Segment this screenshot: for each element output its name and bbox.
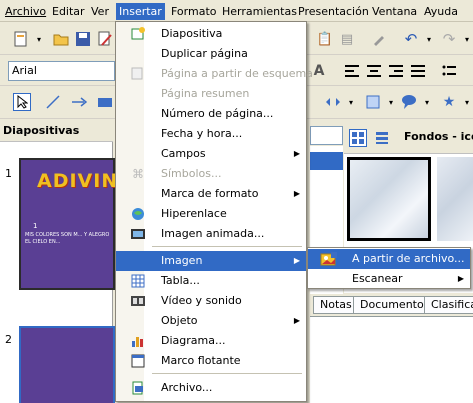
callout-icon[interactable] <box>400 93 418 111</box>
submenu-item-escanear[interactable]: Escanear ▶ <box>308 269 470 289</box>
grid-view-icon[interactable] <box>349 129 367 147</box>
frame-icon <box>130 353 146 369</box>
flip-icon[interactable] <box>324 93 342 111</box>
menubar: Archivo Editar Ver Insertar Formato Herr… <box>0 0 473 22</box>
chart-icon <box>130 333 146 349</box>
arrow-line-icon[interactable] <box>70 93 88 111</box>
list-view-icon[interactable] <box>373 129 391 147</box>
submenu-arrow-icon: ▶ <box>293 149 300 158</box>
menu-item-tabla[interactable]: Tabla... <box>116 271 306 291</box>
menu-item-campos[interactable]: Campos ▶ <box>116 144 306 164</box>
image-submenu: A partir de archivo... Escanear ▶ <box>307 247 471 289</box>
tab-documento[interactable]: Documento <box>353 296 431 314</box>
menu-item-objeto[interactable]: Objeto ▶ <box>116 311 306 331</box>
menu-ventana[interactable]: Ventana <box>369 3 420 20</box>
slide-number: 1 <box>5 167 12 180</box>
movie-icon <box>130 293 146 309</box>
redo-icon[interactable]: ↷ <box>440 30 458 48</box>
outline-page-icon <box>130 66 146 82</box>
menu-item-pagina-resumen: Página resumen <box>161 87 250 100</box>
menu-item-marca-formato[interactable]: Marca de formato ▶ <box>116 184 306 204</box>
justify-icon[interactable] <box>409 62 427 80</box>
view-combo[interactable] <box>310 126 343 145</box>
chevron-down-icon[interactable]: ▾ <box>342 93 360 111</box>
chevron-down-icon[interactable]: ▾ <box>30 30 48 48</box>
tab-notas[interactable]: Notas <box>313 296 359 314</box>
menu-ayuda[interactable]: Ayuda <box>421 3 461 20</box>
rectangle-icon[interactable] <box>96 93 114 111</box>
slide-bullet: 1 <box>33 222 38 230</box>
menu-insertar[interactable]: Insertar <box>116 3 165 20</box>
menu-item-fecha-hora[interactable]: Fecha y hora... <box>116 124 306 144</box>
background-thumbnail-2[interactable] <box>437 157 473 241</box>
gallery-header: Fondos - ice- <box>404 130 473 143</box>
block-arrows-icon[interactable] <box>364 93 382 111</box>
menu-item-diapositiva[interactable]: Diapositiva <box>116 24 306 44</box>
menu-formato[interactable]: Formato <box>168 3 220 20</box>
submenu-arrow-icon: ▶ <box>293 316 300 325</box>
table-icon <box>130 273 146 289</box>
menu-item-pagina-esquema: Página a partir de esquema <box>116 64 313 84</box>
chevron-down-icon[interactable]: ▾ <box>458 30 473 48</box>
star-icon[interactable]: ★ <box>440 93 458 111</box>
open-folder-icon[interactable] <box>52 30 70 48</box>
select-arrow-icon[interactable] <box>13 93 31 111</box>
submenu-item-from-file[interactable]: A partir de archivo... <box>308 249 470 269</box>
chevron-down-icon[interactable]: ▾ <box>382 93 400 111</box>
menu-item-simbolos: ⌘ Símbolos... <box>132 167 222 181</box>
edit-file-icon[interactable] <box>96 30 114 48</box>
align-left-icon[interactable] <box>343 62 361 80</box>
font-name-combo[interactable]: Arial <box>8 61 115 81</box>
new-slide-icon <box>130 26 146 42</box>
menu-item-video-sonido[interactable]: Vídeo y sonido <box>116 291 306 311</box>
font-name-value: Arial <box>12 64 37 77</box>
menu-item-marco-flotante[interactable]: Marco flotante <box>116 351 306 371</box>
submenu-arrow-icon: ▶ <box>293 189 300 198</box>
menu-item-imagen[interactable]: Imagen ▶ <box>116 251 306 271</box>
menu-ver[interactable]: Ver <box>88 3 112 20</box>
insert-menu: Diapositiva Duplicar página Página a par… <box>115 21 313 402</box>
menu-item-hiperenlace[interactable]: Hiperenlace <box>116 204 306 224</box>
new-document-icon[interactable] <box>12 30 30 48</box>
menu-item-imagen-animada[interactable]: Imagen animada... <box>116 224 306 244</box>
image-from-file-icon <box>320 251 338 267</box>
slide-thumbnail-2[interactable] <box>19 326 115 403</box>
menu-editar[interactable]: Editar <box>49 3 88 20</box>
background-thumbnail-1[interactable] <box>347 157 431 241</box>
submenu-arrow-icon: ▶ <box>457 274 464 283</box>
menu-herramientas[interactable]: Herramientas <box>219 3 300 20</box>
paste-icon[interactable]: 📋 <box>316 30 334 48</box>
menu-item-numero-pagina[interactable]: Número de página... <box>116 104 306 124</box>
slide-edit-area <box>310 316 473 403</box>
slide-number: 2 <box>5 333 12 346</box>
slide-body: MIS COLORES SON M... Y ALEGRO EL CIELO E… <box>25 232 110 245</box>
tab-clasifica[interactable]: Clasifica <box>424 296 473 314</box>
slide-thumbnail-1[interactable]: ADIVINA 1 MIS COLORES SON M... Y ALEGRO … <box>19 158 133 290</box>
menu-item-diagrama[interactable]: Diagrama... <box>116 331 306 351</box>
align-right-icon[interactable] <box>387 62 405 80</box>
save-icon[interactable] <box>74 30 92 48</box>
line-icon[interactable] <box>44 93 62 111</box>
hyperlink-icon <box>130 206 146 222</box>
clipboard-icon[interactable]: ▤ <box>338 30 356 48</box>
bullet-list-icon[interactable] <box>440 62 458 80</box>
menu-presentacion[interactable]: Presentación <box>295 3 372 20</box>
menu-item-archivo[interactable]: Archivo... <box>116 378 306 398</box>
chevron-down-icon[interactable]: ▾ <box>420 30 438 48</box>
chevron-down-icon[interactable]: ▾ <box>418 93 436 111</box>
brush-icon[interactable] <box>370 30 388 48</box>
undo-icon[interactable]: ↶ <box>402 30 420 48</box>
align-center-icon[interactable] <box>365 62 383 80</box>
chevron-down-icon[interactable]: ▾ <box>458 93 473 111</box>
slides-pane-title: Diapositivas <box>0 120 113 142</box>
submenu-arrow-icon: ▶ <box>293 256 300 265</box>
symbol-icon: ⌘ <box>132 167 144 181</box>
menu-archivo[interactable]: Archivo <box>2 3 49 20</box>
menu-item-duplicar-pagina[interactable]: Duplicar página <box>116 44 306 64</box>
insert-file-icon <box>130 380 146 396</box>
layout-selected-row[interactable] <box>310 152 343 170</box>
animated-image-icon <box>130 226 146 242</box>
